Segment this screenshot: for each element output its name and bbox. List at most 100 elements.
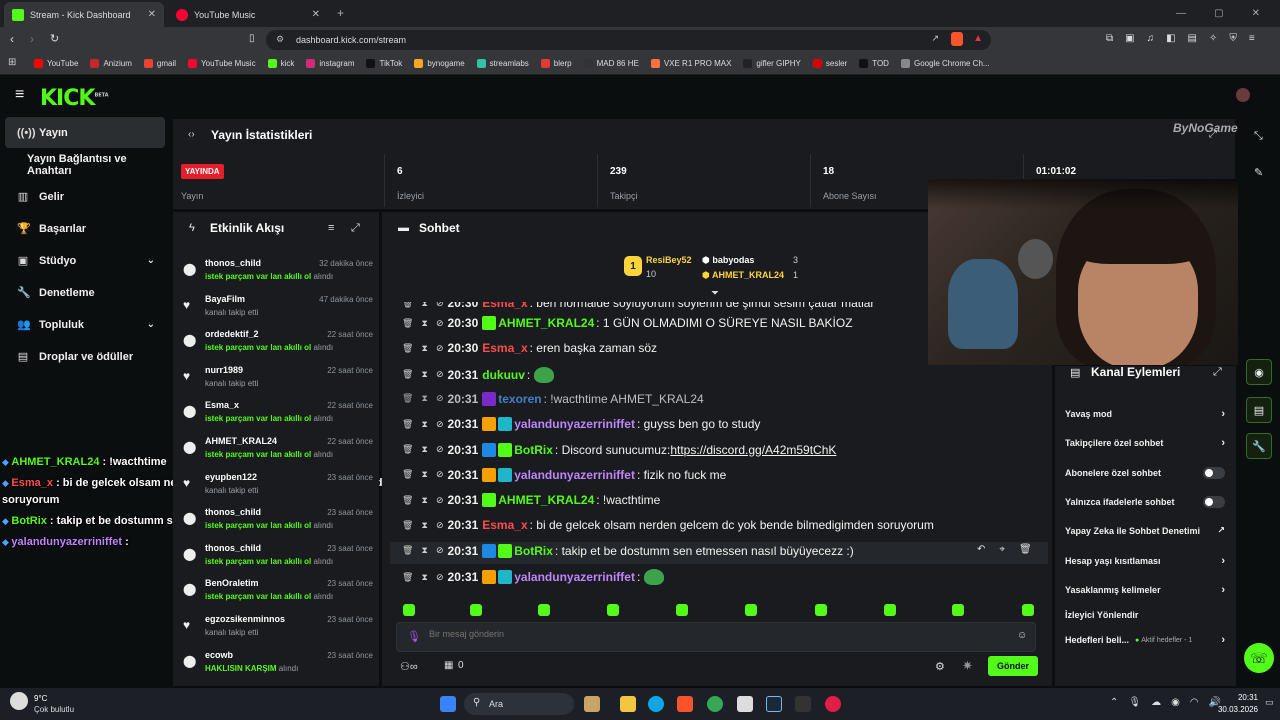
- delete-message-icon[interactable]: 🗑: [402, 520, 413, 531]
- channel-action-item[interactable]: Abonelere özel sohbet: [1065, 467, 1225, 479]
- timeout-icon[interactable]: ⧗: [421, 343, 427, 354]
- message-username[interactable]: Esma_x: [482, 302, 527, 310]
- menu-icon[interactable]: ≡: [1249, 33, 1255, 44]
- store-icon[interactable]: [737, 696, 753, 712]
- channel-action-item[interactable]: Takipçilere özel sohbet ›: [1065, 437, 1225, 449]
- activity-item[interactable]: ⬤ thonos_child 23 saat önce istek parçam va…: [183, 505, 373, 541]
- clock-time[interactable]: 20:31: [1218, 693, 1258, 702]
- brave-rewards-icon[interactable]: ▲: [973, 33, 983, 44]
- bookmark-item[interactable]: kick: [267, 59, 294, 68]
- edit-icon[interactable]: ✎: [1254, 166, 1263, 179]
- channel-action-item[interactable]: Yapay Zeka ile Sohbet Denetimi ↗: [1065, 525, 1225, 536]
- emote-icon[interactable]: [952, 604, 964, 616]
- message-link[interactable]: https://discord.gg/A42m59tChK: [670, 443, 836, 457]
- hamburger-menu-icon[interactable]: ≡: [15, 86, 24, 104]
- activity-item[interactable]: ♥ eyupben122 23 saat önce kanalı takip etti: [183, 470, 373, 506]
- filter-icon[interactable]: ≡: [328, 222, 334, 234]
- reply-icon[interactable]: ↶: [977, 544, 985, 555]
- activity-item[interactable]: ⬤ ecowb 23 saat önce HAKLISIN KARŞIM alındı: [183, 648, 373, 684]
- sidebar-item[interactable]: ▣ Stüdyo ⌄: [5, 245, 165, 276]
- activity-item[interactable]: ⬤ thonos_child 23 saat önce istek parçam va…: [183, 541, 373, 577]
- network-icon[interactable]: ☁: [1151, 697, 1161, 708]
- chat-message[interactable]: 🗑 ⧗ ⊘ 20:30 Esma_x: ben normalde söylüyorum …: [402, 302, 874, 310]
- channel-action-item[interactable]: Hesap yaşı kısıtlaması ›: [1065, 555, 1225, 567]
- delete-message-icon[interactable]: 🗑: [402, 393, 413, 404]
- gift-icon[interactable]: ▦: [444, 660, 453, 671]
- channel-action-item[interactable]: Yalnızca ifadelerle sohbet: [1065, 496, 1225, 508]
- emote-icon[interactable]: [884, 604, 896, 616]
- ban-icon[interactable]: ⊘: [436, 419, 444, 430]
- app-icon[interactable]: [825, 696, 841, 712]
- minimize-icon[interactable]: —: [1176, 8, 1186, 19]
- chat-message[interactable]: 🗑 ⧗ ⊘ 20:30 AHMET_KRAL24: 1 GÜN OLMADIMI O S…: [402, 316, 853, 330]
- ban-icon[interactable]: ⊘: [436, 469, 444, 480]
- bookmark-item[interactable]: blerp: [540, 59, 572, 68]
- ban-icon[interactable]: ⊘: [436, 572, 444, 583]
- message-username[interactable]: yalandunyazerriniffet: [514, 570, 635, 584]
- bookmark-item[interactable]: YouTube Music: [188, 59, 256, 68]
- bookmark-item[interactable]: Anizium: [90, 59, 132, 68]
- tab-kick-dashboard[interactable]: Stream - Kick Dashboard ✕: [4, 2, 164, 27]
- message-username[interactable]: AHMET_KRAL24: [498, 493, 594, 507]
- ban-icon[interactable]: ⊘: [436, 520, 444, 531]
- activity-item[interactable]: ⬤ BenOraletim 23 saat önce istek parçam var…: [183, 576, 373, 612]
- url-input[interactable]: ⚙ dashboard.kick.com/stream ↗ ▲: [266, 30, 991, 50]
- brave-shields-icon[interactable]: [951, 32, 963, 46]
- emote-icon[interactable]: [1022, 604, 1034, 616]
- chrome-icon[interactable]: [707, 696, 723, 712]
- bookmark-item[interactable]: YouTube: [34, 59, 78, 68]
- steam-icon[interactable]: [766, 696, 782, 712]
- channel-action-item[interactable]: İzleyici Yönlendir: [1065, 610, 1225, 620]
- share-icon[interactable]: ↗: [931, 33, 939, 44]
- sidebar-item[interactable]: 🔧 Denetleme: [5, 277, 165, 308]
- new-tab-button[interactable]: +: [337, 6, 344, 20]
- broadcast-tool-icon[interactable]: ◉: [1246, 359, 1272, 385]
- ban-icon[interactable]: ⊘: [436, 343, 444, 354]
- clock-date[interactable]: 30.03.2026: [1213, 705, 1258, 714]
- channel-action-item[interactable]: Yasaklanmış kelimeler ›: [1065, 584, 1225, 596]
- bookmark-item[interactable]: sesler: [812, 59, 847, 68]
- bookmark-item[interactable]: gmail: [143, 59, 176, 68]
- site-info-icon[interactable]: ⚙: [276, 34, 284, 45]
- sidebar-item[interactable]: 👥 Topluluk ⌄: [5, 309, 165, 340]
- chat-message[interactable]: 🗑 ⧗ ⊘ 20:30 Esma_x: eren başka zaman söz: [402, 341, 657, 355]
- message-username[interactable]: Esma_x: [482, 341, 527, 355]
- activity-item[interactable]: ♥ BayaFilm 47 dakika önce kanalı takip etti: [183, 292, 373, 328]
- timeout-icon[interactable]: ⧗: [421, 393, 427, 404]
- ban-icon[interactable]: ⊘: [436, 495, 444, 506]
- tab-youtube-music[interactable]: YouTube Music ✕: [168, 2, 328, 27]
- timeout-icon[interactable]: ⧗: [421, 469, 427, 480]
- activity-item[interactable]: ♥ nurr1989 22 saat önce kanalı takip etti: [183, 363, 373, 399]
- ban-icon[interactable]: ⊘: [436, 444, 444, 455]
- app-tray-icon[interactable]: ◉: [1171, 697, 1180, 708]
- edge-icon[interactable]: [648, 696, 664, 712]
- file-explorer-icon[interactable]: [620, 696, 636, 712]
- emote-icon[interactable]: [607, 604, 619, 616]
- chat-message[interactable]: 🗑 ⧗ ⊘ 20:31 BotRix: takip et be dostumm sen …: [402, 543, 854, 558]
- delete-message-icon[interactable]: 🗑: [402, 302, 413, 309]
- emoji-icon[interactable]: ☺: [1017, 630, 1027, 641]
- timeout-icon[interactable]: ⧗: [421, 419, 427, 430]
- expand-icon[interactable]: ⤢: [1209, 129, 1217, 140]
- activity-item[interactable]: ⬤ ordedektif_2 22 saat önce istek parçam va…: [183, 327, 373, 363]
- chat-message[interactable]: 🗑 ⧗ ⊘ 20:31 AHMET_KRAL24: !wacthtime: [402, 493, 660, 508]
- delete-message-icon[interactable]: 🗑: [402, 545, 413, 556]
- delete-message-icon[interactable]: 🗑: [402, 495, 413, 506]
- settings-icon[interactable]: ⚙: [935, 660, 945, 673]
- sidebar-icon[interactable]: ◧: [1166, 33, 1175, 44]
- chat-message[interactable]: 🗑 ⧗ ⊘ 20:31 BotRix: Discord sunucumuz: https…: [402, 442, 836, 457]
- brave-icon[interactable]: [677, 696, 693, 712]
- sidebar-item[interactable]: ((•)) Yayın: [5, 117, 165, 148]
- send-button[interactable]: Gönder: [988, 656, 1038, 676]
- emote-icon[interactable]: [403, 604, 415, 616]
- emote-icon[interactable]: [470, 604, 482, 616]
- pin-icon[interactable]: ⌖: [999, 544, 1005, 555]
- close-window-icon[interactable]: ✕: [1252, 8, 1260, 19]
- chat-message[interactable]: 🗑 ⧗ ⊘ 20:31 dukuuv:: [402, 366, 555, 383]
- wallet-icon[interactable]: ▤: [1188, 33, 1197, 44]
- ban-icon[interactable]: ⊘: [436, 393, 444, 404]
- timeout-icon[interactable]: ⧗: [421, 545, 427, 556]
- emote-icon[interactable]: [676, 604, 688, 616]
- tool-icon[interactable]: ⤡: [1254, 130, 1263, 143]
- message-username[interactable]: BotRix: [514, 544, 553, 558]
